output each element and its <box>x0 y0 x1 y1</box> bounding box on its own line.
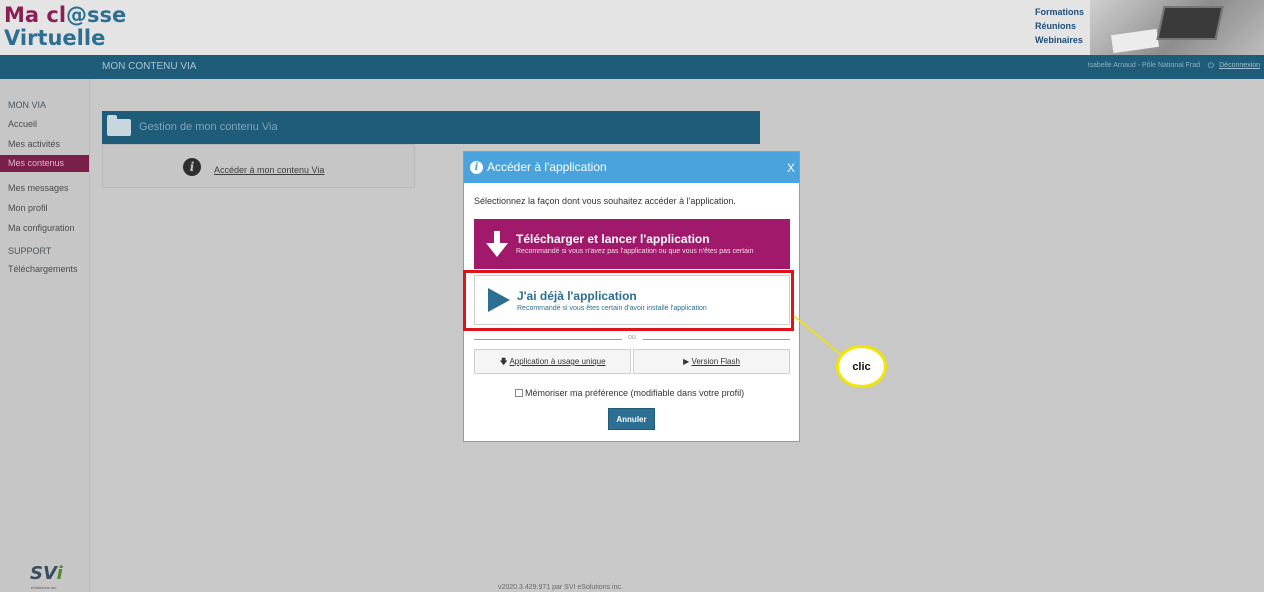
download-title: Télécharger et lancer l'application <box>516 232 710 246</box>
dialog-title: Accéder à l'application <box>487 160 607 174</box>
sidebar-section-mon-via: MON VIA <box>8 100 47 110</box>
user-name: Isabelle Arnaud - Pôle National Frad <box>1087 62 1200 69</box>
footer-version: v2020.3.429.971 par SVI eSolutions inc. <box>498 584 623 591</box>
svi-logo: SVi <box>30 563 63 584</box>
section-bar: MON CONTENU VIA Isabelle Arnaud - Pôle N… <box>0 55 1264 79</box>
header-menu: Formations Réunions Webinaires <box>1035 5 1084 47</box>
flash-version-label: Version Flash <box>691 357 740 366</box>
sidebar-item-mes-contenus[interactable]: Mes contenus <box>0 155 89 172</box>
access-content-link[interactable]: Accéder à mon contenu Via <box>214 165 324 175</box>
ma-classe-virtuelle-logo[interactable]: Ma cl@sse Virtuelle <box>4 4 126 50</box>
banner-laptop <box>1156 6 1224 40</box>
highlight-box <box>463 270 794 331</box>
dialog-instruction: Sélectionnez la façon dont vous souhaite… <box>474 196 736 206</box>
svi-logo-i: i <box>56 563 63 584</box>
logo-text-1: Ma cl <box>4 3 67 27</box>
folder-icon <box>107 115 131 136</box>
sidebar-section-support: SUPPORT <box>8 246 52 256</box>
info-icon: i <box>183 158 201 176</box>
play-small-icon: ▶ <box>683 357 690 366</box>
download-small-icon: 🡇 <box>499 357 508 366</box>
download-subtitle: Recommandé si vous n'avez pas l'applicat… <box>516 248 754 255</box>
logo-text-2: @sse <box>66 3 127 27</box>
info-icon: i <box>470 161 483 174</box>
header-banner-image <box>1090 0 1264 55</box>
separator-line-left <box>474 339 622 340</box>
single-use-app-button[interactable]: 🡇 Application à usage unique <box>474 349 631 374</box>
header-menu-formations[interactable]: Formations <box>1035 5 1084 19</box>
sidebar-item-telechargements[interactable]: Téléchargements <box>0 259 89 279</box>
sidebar-item-mes-messages[interactable]: Mes messages <box>0 178 89 198</box>
content-panel-title: Gestion de mon contenu Via <box>139 121 278 133</box>
remember-preference[interactable]: Mémoriser ma préférence (modifiable dans… <box>515 388 744 398</box>
remember-label: Mémoriser ma préférence (modifiable dans… <box>525 388 745 398</box>
sidebar-item-ma-configuration[interactable]: Ma configuration <box>0 218 89 238</box>
content-panel-body: i Accéder à mon contenu Via <box>102 144 415 188</box>
cancel-button[interactable]: Annuler <box>608 408 655 430</box>
svi-logo-text: SV <box>30 563 57 584</box>
logout-link[interactable]: Déconnexion <box>1219 62 1260 69</box>
app-header: Ma cl@sse Virtuelle Formations Réunions … <box>0 0 1264 55</box>
logo-text-3: Virtuelle <box>4 26 106 50</box>
sidebar-item-accueil[interactable]: Accueil <box>0 114 89 134</box>
banner-paper <box>1110 28 1160 54</box>
power-icon: ⏻ <box>1207 61 1214 70</box>
separator-line-right <box>643 339 790 340</box>
flash-version-button[interactable]: ▶ Version Flash <box>633 349 790 374</box>
clic-callout: clic <box>836 345 887 388</box>
sidebar-item-mon-profil[interactable]: Mon profil <box>0 198 89 218</box>
sidebar-item-mes-activites[interactable]: Mes activités <box>0 134 89 155</box>
download-launch-button[interactable]: Télécharger et lancer l'application Reco… <box>474 219 790 269</box>
svi-logo-subtitle: eSolutions inc. <box>31 585 58 590</box>
section-title: MON CONTENU VIA <box>102 61 197 72</box>
close-button[interactable]: X <box>787 161 795 175</box>
single-use-app-label: Application à usage unique <box>509 357 606 366</box>
remember-checkbox[interactable] <box>515 389 523 397</box>
separator-text: ou <box>628 334 636 341</box>
content-panel-header: Gestion de mon contenu Via <box>102 111 760 144</box>
header-menu-webinaires[interactable]: Webinaires <box>1035 33 1084 47</box>
dialog-header: i Accéder à l'application X <box>464 152 799 183</box>
sidebar: MON VIA Accueil Mes activités Mes conten… <box>0 79 90 592</box>
clic-label: clic <box>852 361 871 373</box>
header-menu-reunions[interactable]: Réunions <box>1035 19 1084 33</box>
download-arrow-icon <box>486 231 508 257</box>
